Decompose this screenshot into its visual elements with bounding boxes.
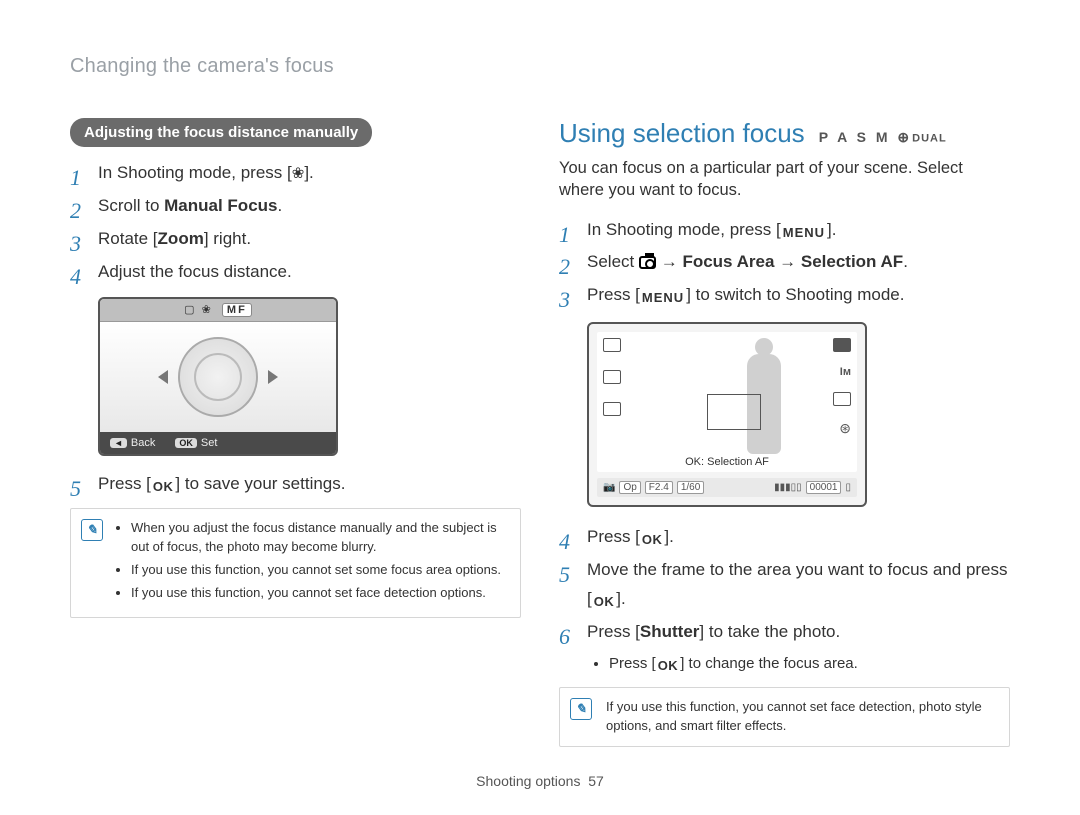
dual-icon: ⊕ [897,129,912,145]
menu-icon: MENU [781,222,827,244]
mode-chip: Op [619,481,640,494]
right-column: Using selection focus P A S M ⊕DUAL You … [559,118,1010,747]
steps-selection-focus: In Shooting mode, press [MENU]. Select →… [559,216,1010,311]
figure-topbar: ▢ ❀ MF [100,299,336,322]
figure-bottombar: ◄Back OKSet [100,432,336,454]
osd-left-icons [603,338,621,416]
step-6-sub: Press [OK] to change the focus area. [609,651,1010,677]
counter-chip: 00001 [806,481,842,494]
breadcrumb: Changing the camera's focus [70,55,1010,78]
macro-icon: ❀ [292,165,305,182]
focus-frame [707,394,761,430]
steps-selection-focus-cont: Press [OK]. Move the frame to the area y… [559,523,1010,677]
ok-icon: OK [640,529,665,551]
osd-right-icons: Iм ⊛ [833,338,851,437]
globe-icon: ⊛ [839,420,851,437]
arrow-right-icon [268,370,278,384]
figure-manual-focus-screen: ▢ ❀ MF ◄Back OKSet [98,297,338,456]
step-1: In Shooting mode, press [❀]. [70,159,521,188]
section-pill-manual-focus: Adjusting the focus distance manually [70,118,372,147]
osd-icon [603,370,621,384]
figure-statusbar: 📷 Op F2.4 1/60 ▮▮▮▯▯ 00001 ▯ [597,478,857,497]
set-button-hint: OKSet [175,437,217,449]
bars-icon: ▮▮▮▯▯ [774,482,802,493]
mf-tab: MF [222,303,252,317]
note-icon: ✎ [570,698,592,720]
ok-icon: OK [656,655,681,677]
steps-manual-focus-cont: Press [OK] to save your settings. [70,470,521,499]
arrow-left-icon [158,370,168,384]
note-selection-focus: ✎ If you use this function, you cannot s… [559,687,1010,747]
step-1: In Shooting mode, press [MENU]. [559,216,1010,245]
step-5: Press [OK] to save your settings. [70,470,521,499]
note-text: If you use this function, you cannot set… [606,699,982,733]
menu-icon: MENU [640,287,686,309]
ok-icon: OK [151,476,176,498]
figure-viewport: Iм ⊛ OK: Selection AF [597,332,857,472]
aperture-chip: F2.4 [645,481,673,494]
left-column: Adjusting the focus distance manually In… [70,118,521,747]
section-title-selection-focus: Using selection focus [559,118,805,149]
camera-icon [639,256,656,269]
step-2: Scroll to Manual Focus. [70,192,521,221]
figure-selection-af-screen: Iм ⊛ OK: Selection AF 📷 Op F2.4 1/60 ▮▮▮… [587,322,867,507]
back-button-hint: ◄Back [110,437,155,449]
section-intro: You can focus on a particular part of yo… [559,157,1010,202]
step-4: Press [OK]. [559,523,1010,552]
figure-dial-area [100,322,336,432]
battery-icon [833,338,851,352]
note-manual-focus: ✎ When you adjust the focus distance man… [70,508,521,617]
note-bullet: If you use this function, you cannot set… [131,584,506,603]
ok-icon: OK [592,591,617,613]
ok-selection-af-label: OK: Selection AF [597,456,857,468]
nor-icon: ▢ [184,304,196,316]
shutter-chip: 1/60 [677,481,704,494]
focus-dial [178,337,258,417]
step-5: Move the frame to the area you want to f… [559,556,1010,614]
sd-icon: ▯ [845,482,851,493]
flower-icon: ❀ [202,304,213,316]
note-icon: ✎ [81,519,103,541]
step-4: Adjust the focus distance. [70,258,521,287]
note-bullet: If you use this function, you cannot set… [131,561,506,580]
note-bullet: When you adjust the focus distance manua… [131,519,506,557]
steps-manual-focus: In Shooting mode, press [❀]. Scroll to M… [70,159,521,287]
step-6: Press [Shutter] to take the photo. Press… [559,618,1010,677]
step-3: Rotate [Zoom] right. [70,225,521,254]
mode-indicators: P A S M ⊕DUAL [819,129,947,146]
camera-mode-icon: 📷 [603,482,615,493]
osd-icon [603,402,621,416]
osd-icon [833,392,851,406]
osd-icon [603,338,621,352]
step-2: Select → Focus Area → Selection AF. [559,248,1010,277]
step-3: Press [MENU] to switch to Shooting mode. [559,281,1010,310]
page-footer: Shooting options 57 [0,773,1080,789]
osd-icon: Iм [840,366,851,378]
